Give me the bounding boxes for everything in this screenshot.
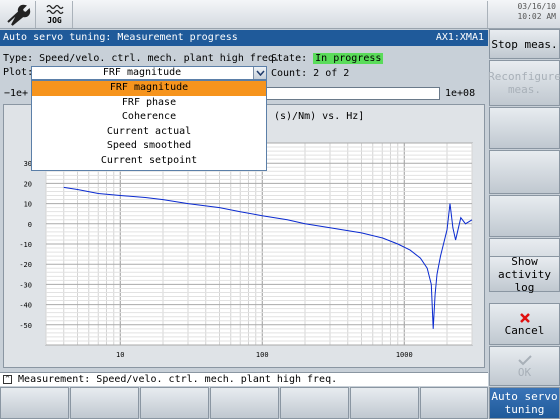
x-tick-label: 1000 [396,351,413,359]
show-activity-log-button[interactable]: Show activity log [489,254,560,294]
ok-label: OK [517,365,532,379]
jog-label: JOG [47,16,62,25]
top-bar: JOG 03/16/10 10:02 AM [0,0,560,29]
window-title-bar: Auto servo tuning: Measurement progress … [0,30,488,46]
plot-label: Plot: [3,67,34,78]
state-label: State: [271,53,308,64]
bottom-softkey-6[interactable] [350,387,419,419]
bottom-softkey-3[interactable] [140,387,209,419]
ok-button[interactable]: OK [489,346,560,386]
softkey-empty-3[interactable] [489,107,560,149]
dropdown-option[interactable]: FRF magnitude [32,81,266,96]
state-row: State: In progress [271,53,384,65]
dropdown-option[interactable]: Current actual [32,125,266,140]
bottom-softkey-4[interactable] [210,387,279,419]
stop-label: Stop meas. [491,37,558,51]
bottom-softkey-2[interactable] [70,387,139,419]
dropdown-option[interactable]: FRF phase [32,96,266,111]
count-row: Count: 2 of 2 [271,68,349,80]
bottom-softkey-7[interactable] [420,387,488,419]
plot-select[interactable]: FRF magnitude [31,66,267,80]
y-tick-label: 0 [28,221,32,229]
dropdown-option[interactable]: Current setpoint [32,154,266,169]
y-tick-label: -40 [19,302,32,310]
count-label: Count: [271,68,308,79]
chevron-up-icon[interactable]: ^ [3,374,12,384]
softkey-empty-5[interactable] [489,195,560,237]
datetime: 03/16/10 10:02 AM [517,2,556,22]
y-tick-label: 10 [24,201,32,209]
type-label: Type: [3,53,34,64]
chart-title: (s)/Nm) vs. Hz] [274,111,364,122]
status-line: ^ Measurement: Speed/velo. ctrl. mech. p… [0,372,488,386]
state-badge: In progress [313,53,384,64]
wrench-icon [6,4,30,26]
auto-tuning-label: Auto servo tuning [491,390,558,416]
top-empty-area [74,1,488,28]
softkey-empty-4[interactable] [489,150,560,194]
plot-select-value: FRF magnitude [102,67,182,78]
dropdown-option[interactable]: Coherence [32,110,266,125]
y-tick-label: -30 [19,281,32,289]
y-tick-label: 20 [24,180,32,188]
chevron-down-icon[interactable] [253,67,266,79]
plot-dropdown-list: FRF magnitude FRF phase Coherence Curren… [31,80,267,171]
axis-name: AX1:XMA1 [435,32,484,43]
y-tick-label: -10 [19,241,32,249]
count-value: 2 of 2 [313,68,350,79]
stop-measurement-button[interactable]: Stop meas. [489,29,560,59]
window-title: Auto servo tuning: Measurement progress [3,32,238,43]
range-max: 1e+08 [445,88,476,99]
date-text: 03/16/10 [517,2,556,11]
cancel-button[interactable]: Cancel [489,303,560,345]
show-log-label: Show activity log [498,254,551,294]
reconfigure-button[interactable]: Reconfigure meas. [488,60,560,106]
bottom-softkey-5[interactable] [280,387,349,419]
bottom-softkey-1[interactable] [0,387,69,419]
x-tick-label: 10 [116,351,124,359]
time-text: 10:02 AM [517,12,556,21]
wrench-button[interactable] [0,1,36,28]
jog-wave-icon [45,4,64,15]
checkmark-icon [517,354,532,365]
close-icon [519,312,530,323]
x-tick-label: 100 [256,351,269,359]
status-text: Measurement: Speed/velo. ctrl. mech. pla… [18,374,338,385]
reconfigure-label: Reconfigure meas. [488,70,560,96]
auto-servo-tuning-button[interactable]: Auto servo tuning [489,387,560,419]
type-row: Type: Speed/velo. ctrl. mech. plant high… [3,53,280,65]
type-value: Speed/velo. ctrl. mech. plant high freq. [39,53,280,64]
dropdown-option[interactable]: Speed smoothed [32,139,266,154]
range-min: −1e+ [4,88,29,99]
y-tick-label: -20 [19,261,32,269]
cancel-label: Cancel [504,323,545,337]
y-tick-label: -50 [19,322,32,330]
jog-button[interactable]: JOG [37,1,73,28]
